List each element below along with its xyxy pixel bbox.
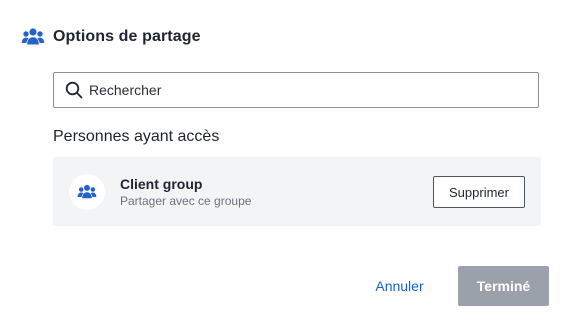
group-name: Client group: [120, 176, 203, 192]
dialog-header: Options de partage: [21, 25, 201, 49]
done-button[interactable]: Terminé: [458, 266, 549, 306]
group-description: Partager avec ce groupe: [120, 194, 252, 208]
access-list-item: Client group Partager avec ce groupe Sup…: [53, 157, 541, 226]
group-icon: [77, 182, 97, 202]
people-with-access-heading: Personnes ayant accès: [53, 128, 220, 145]
remove-button[interactable]: Supprimer: [433, 176, 525, 208]
cancel-button[interactable]: Annuler: [362, 266, 437, 306]
search-icon: [65, 81, 83, 99]
dialog-title: Options de partage: [53, 28, 201, 45]
avatar: [69, 174, 105, 210]
search-input[interactable]: [89, 82, 519, 98]
search-box[interactable]: [53, 72, 539, 108]
group-icon: [21, 25, 45, 49]
sharing-options-dialog: Options de partage Personnes ayant accès: [0, 0, 571, 328]
